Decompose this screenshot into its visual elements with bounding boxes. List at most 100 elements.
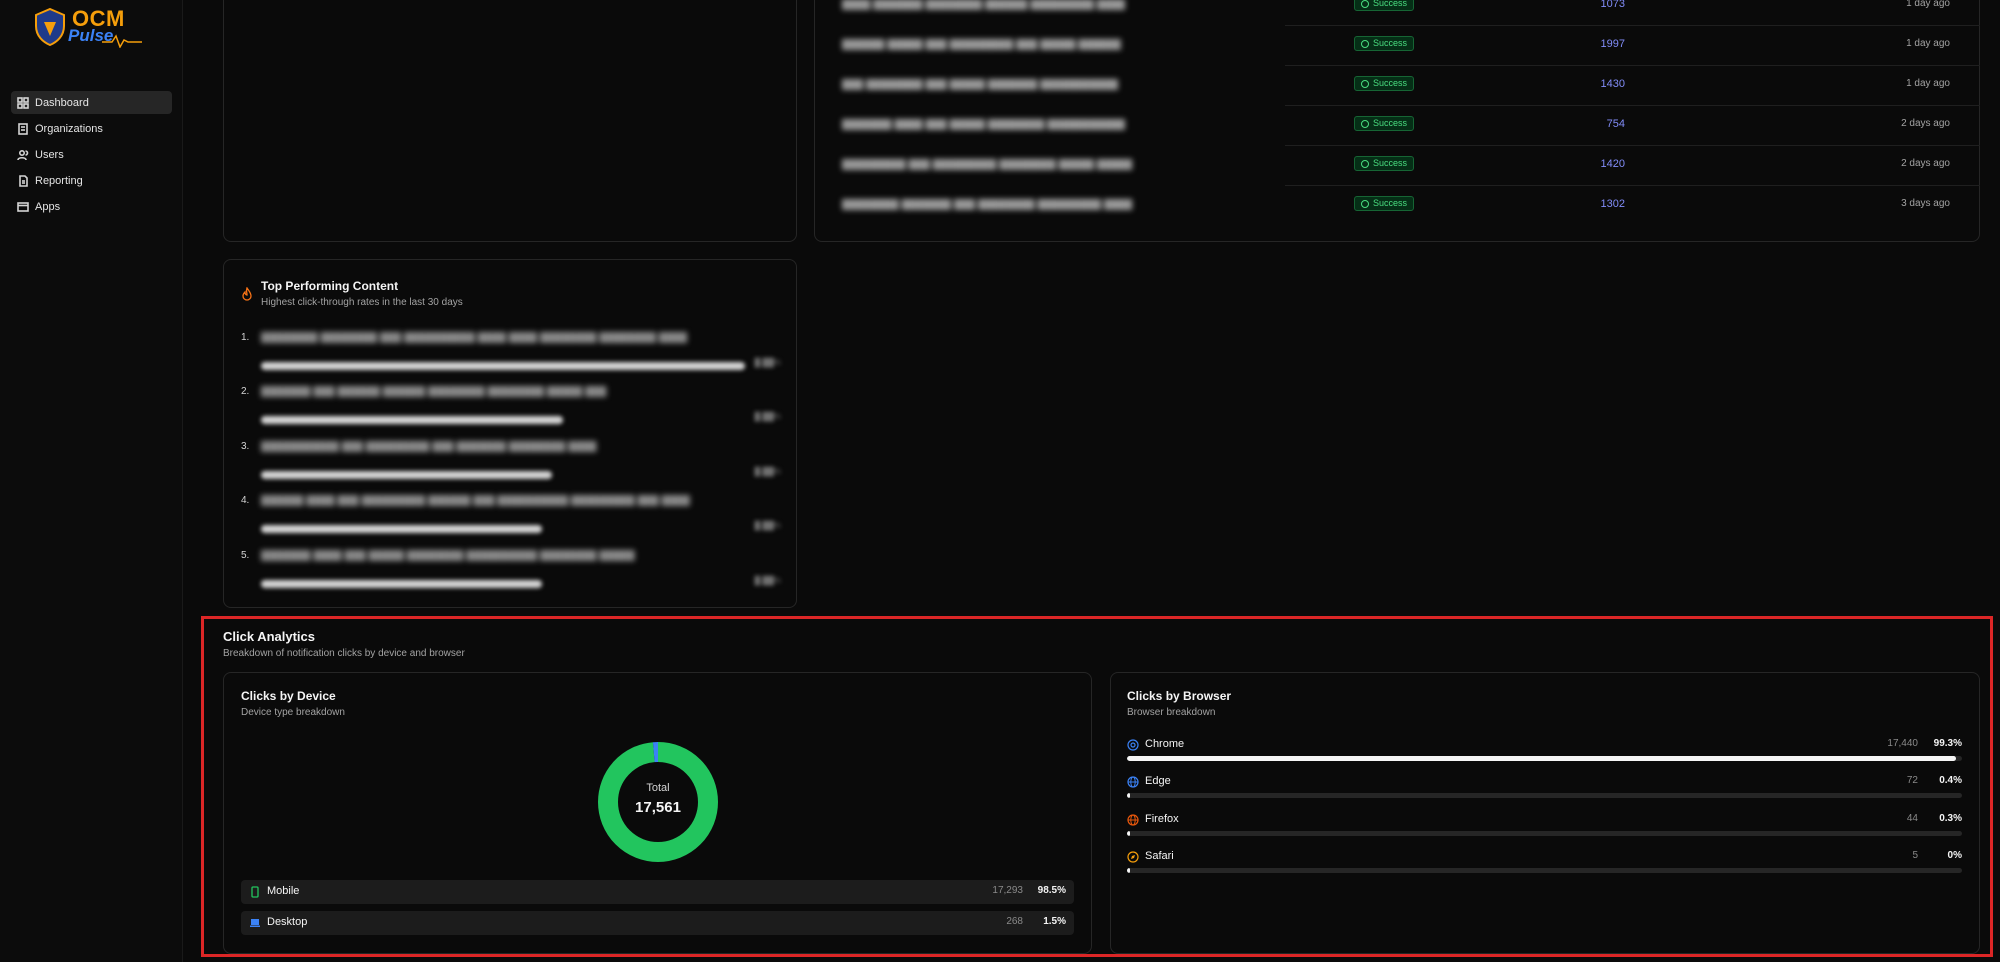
ctr-value-blurred: █.██%: [754, 521, 781, 530]
device-percent: 98.5%: [1037, 885, 1066, 896]
ctr-bar: [261, 362, 745, 370]
browser-percent: 99.3%: [1933, 738, 1962, 749]
ctr-bar: [261, 525, 542, 533]
sidebar-item-apps[interactable]: Apps: [11, 195, 172, 218]
browser-bar-track: [1127, 868, 1962, 873]
click-analytics-title: Click Analytics: [223, 629, 316, 644]
sidebar-item-users[interactable]: Users: [11, 143, 172, 166]
compass-icon: [1127, 851, 1139, 863]
list-item[interactable]: 4. ██████ ████ ███ █████████ ██████ ███ …: [241, 495, 781, 545]
check-circle-icon: [1361, 79, 1369, 88]
status-badge: Success: [1354, 156, 1415, 171]
browser-row-safari[interactable]: Safari 5 0%: [1127, 849, 1962, 881]
device-count: 17,293: [992, 885, 1023, 896]
building-icon: [17, 122, 29, 135]
device-row-desktop[interactable]: Desktop 268 1.5%: [241, 911, 1074, 935]
click-count: 1997: [1600, 38, 1625, 50]
clicks-by-browser-title: Clicks by Browser: [1127, 689, 1232, 703]
overview-card: [223, 0, 797, 242]
top-content-title: Top Performing Content: [261, 279, 399, 293]
click-count: 754: [1606, 118, 1625, 130]
notification-title-blurred: ██████ █████ ███ █████████ ███ █████ ███…: [842, 39, 1121, 50]
click-count: 1073: [1600, 0, 1625, 10]
users-icon: [17, 149, 29, 161]
table-row[interactable]: ████████ ███████ ███ ████████ █████████ …: [842, 186, 1980, 226]
device-row-mobile[interactable]: Mobile 17,293 98.5%: [241, 880, 1074, 904]
sidebar-item-label: Users: [35, 148, 64, 161]
list-item[interactable]: 2. ███████ ███ ██████ ██████ ████████ ██…: [241, 386, 781, 436]
content-title-blurred: ██████ ████ ███ █████████ ██████ ███ ███…: [261, 495, 690, 506]
clicks-by-device-title: Clicks by Device: [241, 689, 336, 703]
timestamp: 2 days ago: [1901, 158, 1950, 169]
notification-title-blurred: ████ ███████ ████████ ██████ █████████ █…: [842, 0, 1126, 10]
timestamp: 1 day ago: [1906, 38, 1950, 49]
table-row[interactable]: ████ ███████ ████████ ██████ █████████ █…: [842, 0, 1980, 26]
table-row[interactable]: ███ ████████ ███ █████ ███████ █████████…: [842, 66, 1980, 106]
content-title-blurred: ███████████ ███ █████████ ███ ███████ ██…: [261, 441, 597, 452]
rank-number: 5.: [241, 550, 250, 561]
click-count: 1430: [1600, 78, 1625, 90]
browser-row-chrome[interactable]: Chrome 17,440 99.3%: [1127, 737, 1962, 769]
file-icon: [17, 174, 29, 187]
donut-total-value: 17,561: [635, 799, 681, 816]
donut-total-label: Total: [646, 782, 670, 794]
browser-bar-fill: [1127, 868, 1130, 873]
browser-name: Firefox: [1145, 813, 1179, 825]
browser-count: 44: [1906, 813, 1918, 824]
check-circle-icon: [1361, 39, 1369, 48]
browser-name: Edge: [1145, 775, 1171, 787]
notification-title-blurred: ███ ████████ ███ █████ ███████ █████████…: [842, 79, 1119, 90]
notification-title-blurred: ███████ ████ ███ █████ ████████ ████████…: [842, 119, 1126, 130]
browser-bar-fill: [1127, 831, 1130, 836]
browser-name: Safari: [1145, 850, 1174, 862]
browser-percent: 0.3%: [1939, 813, 1962, 824]
ctr-bar: [261, 416, 563, 424]
sidebar-item-label: Dashboard: [35, 96, 89, 109]
window-icon: [17, 201, 29, 213]
status-badge: Success: [1354, 36, 1415, 51]
status-badge: Success: [1354, 116, 1415, 131]
content-title-blurred: ███████ ███ ██████ ██████ ████████ █████…: [261, 386, 607, 397]
list-item[interactable]: 1. ████████ ████████ ███ ██████████ ████…: [241, 332, 781, 382]
rank-number: 1.: [241, 332, 250, 343]
click-analytics-subtitle: Breakdown of notification clicks by devi…: [223, 648, 465, 659]
sidebar-item-organizations[interactable]: Organizations: [11, 117, 172, 140]
table-row[interactable]: ███████ ████ ███ █████ ████████ ████████…: [842, 106, 1980, 146]
timestamp: 2 days ago: [1901, 118, 1950, 129]
notification-title-blurred: ████████ ███████ ███ ████████ █████████ …: [842, 199, 1133, 210]
timestamp: 1 day ago: [1906, 78, 1950, 89]
sidebar-item-dashboard[interactable]: Dashboard: [11, 91, 172, 114]
device-name: Desktop: [267, 916, 308, 928]
phone-icon: [251, 886, 259, 898]
browser-percent: 0.4%: [1939, 775, 1962, 786]
chrome-icon: [1127, 739, 1139, 751]
table-row[interactable]: ██████ █████ ███ █████████ ███ █████ ███…: [842, 26, 1980, 66]
app-logo[interactable]: OCM Pulse: [34, 4, 144, 56]
grid-icon: [17, 96, 29, 109]
status-badge: Success: [1354, 0, 1415, 11]
device-name: Mobile: [267, 885, 300, 897]
sidebar-nav: Dashboard Organizations Users Reporting …: [11, 91, 172, 221]
click-count: 1302: [1600, 198, 1625, 210]
globe-icon: [1127, 814, 1139, 826]
browser-row-firefox[interactable]: Firefox 44 0.3%: [1127, 812, 1962, 844]
browser-row-edge[interactable]: Edge 72 0.4%: [1127, 774, 1962, 806]
status-badge: Success: [1354, 196, 1415, 211]
sidebar-item-label: Organizations: [35, 122, 103, 135]
check-circle-icon: [1361, 159, 1369, 168]
browser-bar-fill: [1127, 793, 1131, 798]
ctr-value-blurred: █.██%: [754, 358, 781, 367]
table-row[interactable]: █████████ ███ █████████ ████████ █████ █…: [842, 146, 1980, 186]
content-title-blurred: ████████ ████████ ███ ██████████ ████ ██…: [261, 332, 688, 343]
list-item[interactable]: 5. ███████ ████ ███ █████ ████████ █████…: [241, 550, 781, 600]
sidebar-item-reporting[interactable]: Reporting: [11, 169, 172, 192]
timestamp: 1 day ago: [1906, 0, 1950, 9]
pulse-line-icon: [102, 34, 142, 48]
browser-bar-track: [1127, 831, 1962, 836]
browser-count: 17,440: [1887, 738, 1918, 749]
clicks-by-browser-subtitle: Browser breakdown: [1127, 707, 1216, 718]
sidebar-item-label: Apps: [35, 200, 61, 213]
status-badge: Success: [1354, 76, 1415, 91]
check-circle-icon: [1361, 199, 1369, 208]
list-item[interactable]: 3. ███████████ ███ █████████ ███ ███████…: [241, 441, 781, 491]
